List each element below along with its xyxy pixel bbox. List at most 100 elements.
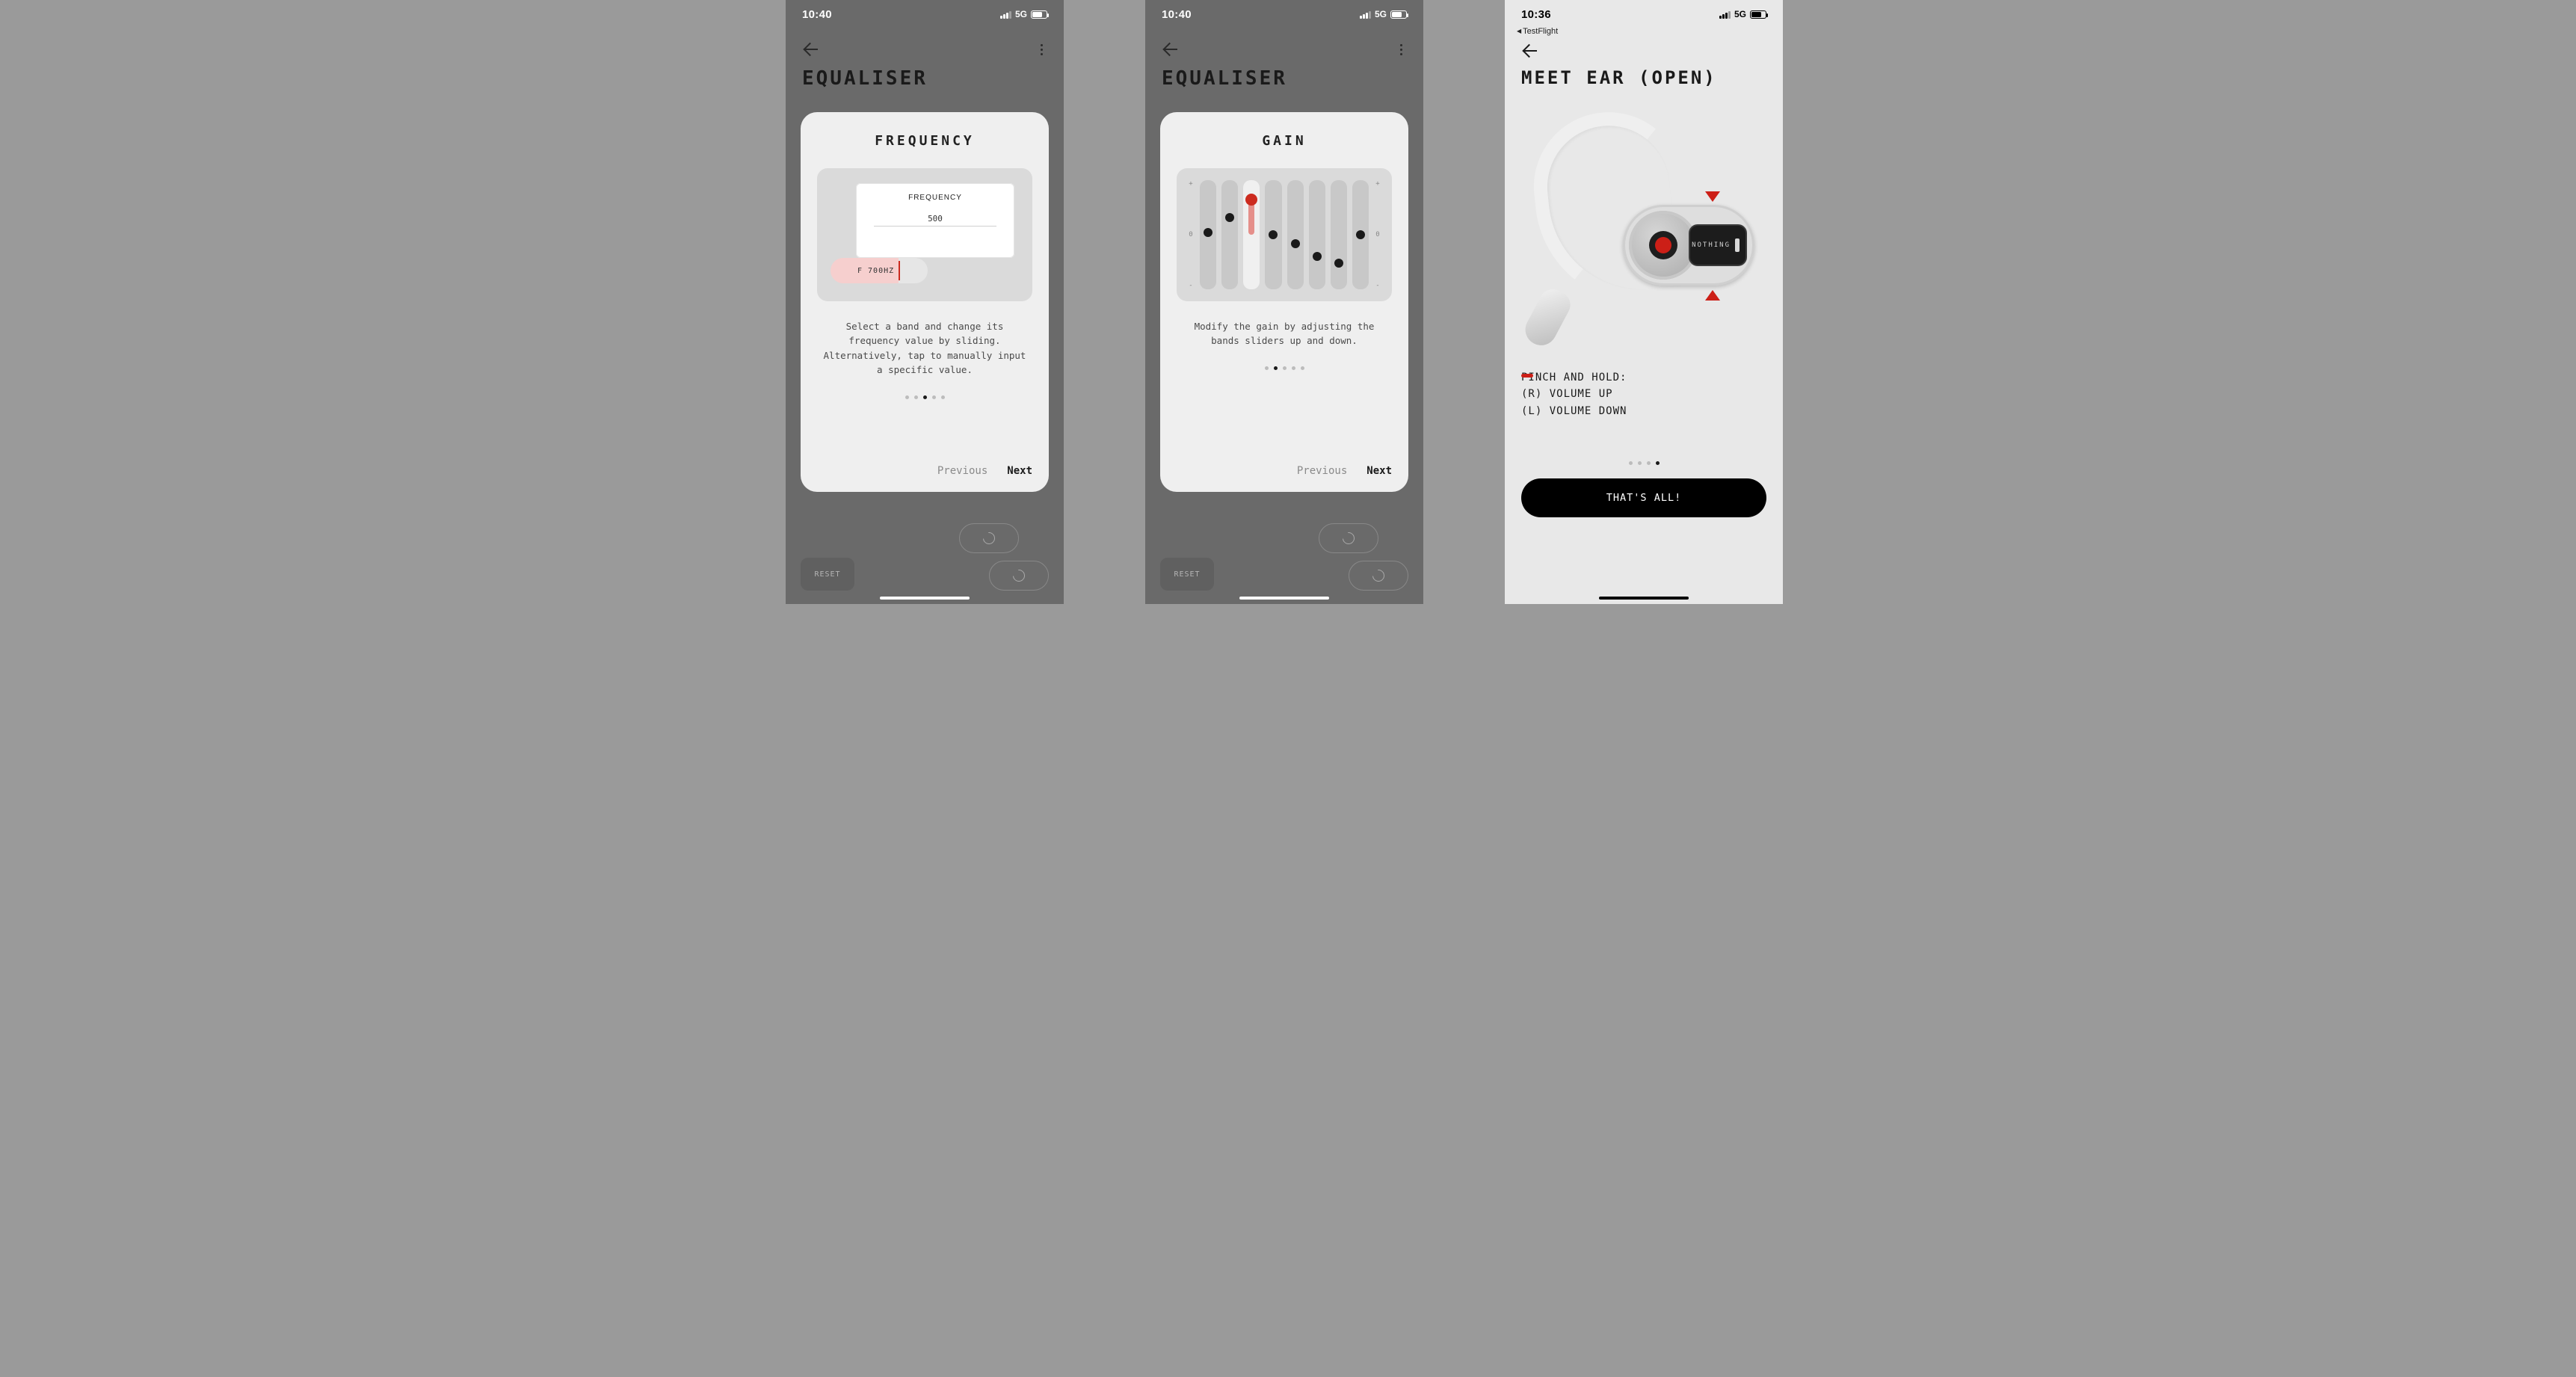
- breadcrumb-back[interactable]: TestFlight: [1505, 27, 1783, 36]
- gain-axis-right: + 0 -: [1374, 180, 1381, 289]
- page-dot[interactable]: [1265, 366, 1269, 370]
- thats-all-button[interactable]: THAT'S ALL!: [1521, 478, 1766, 517]
- reset-button[interactable]: RESET: [1160, 558, 1214, 591]
- screen-meet-ear-open: 10:36 5G TestFlight MEET EAR (OPEN) NOTH…: [1505, 0, 1783, 604]
- status-bar: 10:40 5G: [786, 0, 1064, 28]
- page-dot[interactable]: [1283, 366, 1287, 370]
- page-dot[interactable]: [905, 395, 909, 399]
- page-dot[interactable]: [1629, 461, 1633, 465]
- header-bar: [1505, 37, 1783, 64]
- status-bar: 10:40 5G: [1145, 0, 1423, 28]
- onboarding-card-gain: GAIN + 0 - + 0 - Modify the gain by: [1160, 112, 1408, 492]
- network-label: 5G: [1734, 9, 1746, 19]
- previous-button[interactable]: Previous: [937, 465, 987, 477]
- page-dot[interactable]: [914, 395, 918, 399]
- header-bar: [1145, 36, 1423, 63]
- redo-button[interactable]: [989, 561, 1049, 591]
- battery-icon: [1750, 10, 1766, 19]
- reset-button[interactable]: RESET: [801, 558, 854, 591]
- status-time: 10:36: [1521, 8, 1551, 21]
- status-indicators: 5G: [1360, 9, 1407, 19]
- signal-icon: [1360, 10, 1371, 19]
- gain-band-thumb[interactable]: [1356, 230, 1365, 239]
- gain-band-slider[interactable]: [1265, 180, 1281, 289]
- gain-band-thumb[interactable]: [1313, 252, 1322, 261]
- gain-band-thumb[interactable]: [1225, 213, 1234, 222]
- signal-icon: [1719, 10, 1731, 19]
- network-label: 5G: [1375, 9, 1387, 19]
- frequency-input-label: FREQUENCY: [868, 194, 1002, 202]
- earbud-slot: [1735, 238, 1740, 252]
- page-dot[interactable]: [1647, 461, 1651, 465]
- frequency-band-pill[interactable]: F 700HZ: [831, 258, 928, 283]
- gain-illustration: + 0 - + 0 -: [1177, 168, 1392, 301]
- page-dot[interactable]: [1292, 366, 1295, 370]
- network-label: 5G: [1015, 9, 1027, 19]
- frequency-pill-label: F 700HZ: [857, 267, 894, 275]
- status-time: 10:40: [802, 8, 832, 21]
- undo-button[interactable]: [1319, 523, 1378, 553]
- next-button[interactable]: Next: [1007, 465, 1032, 477]
- card-title: GAIN: [1177, 133, 1392, 149]
- page-title: EQUALISER: [1145, 63, 1423, 90]
- card-description: Select a band and change its frequency v…: [817, 319, 1032, 378]
- gain-band-slider[interactable]: [1243, 180, 1260, 289]
- overflow-menu-icon[interactable]: [1035, 44, 1047, 55]
- home-indicator[interactable]: [1239, 597, 1329, 600]
- page-dot[interactable]: [1301, 366, 1304, 370]
- gesture-heading: PINCH AND HOLD:: [1521, 369, 1766, 386]
- screen-equaliser-gain: 10:40 5G EQUALISER RESET GAIN: [1145, 0, 1423, 604]
- gain-band-thumb[interactable]: [1245, 194, 1257, 206]
- back-icon[interactable]: [1521, 43, 1538, 59]
- back-icon[interactable]: [1162, 41, 1178, 58]
- page-dot[interactable]: [1638, 461, 1642, 465]
- page-dot[interactable]: [941, 395, 945, 399]
- battery-icon: [1031, 10, 1047, 19]
- page-dot[interactable]: [1274, 366, 1278, 370]
- gain-band-slider[interactable]: [1221, 180, 1238, 289]
- earbud-brand-label: NOTHING: [1692, 241, 1731, 249]
- background-controls: RESET: [801, 523, 1049, 591]
- card-title: FREQUENCY: [817, 133, 1032, 149]
- back-icon[interactable]: [802, 41, 819, 58]
- status-indicators: 5G: [1719, 9, 1766, 19]
- gain-band-slider[interactable]: [1287, 180, 1304, 289]
- earbud-tip: [1520, 285, 1575, 351]
- gain-band-slider[interactable]: [1200, 180, 1216, 289]
- earbud-pinch-zone: NOTHING: [1689, 224, 1747, 266]
- gain-axis-left: + 0 -: [1187, 180, 1195, 289]
- page-title: EQUALISER: [786, 63, 1064, 90]
- pinch-arrow-bottom-icon: [1705, 290, 1720, 301]
- gesture-left: (L) VOLUME DOWN: [1521, 403, 1766, 419]
- signal-icon: [1000, 10, 1011, 19]
- frequency-illustration: FREQUENCY 500 F 700HZ: [817, 168, 1032, 301]
- status-time: 10:40: [1162, 8, 1192, 21]
- gain-band-thumb[interactable]: [1334, 259, 1343, 268]
- page-dot[interactable]: [932, 395, 936, 399]
- home-indicator[interactable]: [1599, 597, 1689, 600]
- overflow-menu-icon[interactable]: [1395, 44, 1407, 55]
- gain-band-slider[interactable]: [1352, 180, 1369, 289]
- page-dot[interactable]: [923, 395, 927, 399]
- gain-band-thumb[interactable]: [1291, 239, 1300, 248]
- gain-band-thumb[interactable]: [1269, 230, 1278, 239]
- onboarding-card-frequency: FREQUENCY FREQUENCY 500 F 700HZ Select a…: [801, 112, 1049, 492]
- home-indicator[interactable]: [880, 597, 970, 600]
- battery-icon: [1390, 10, 1407, 19]
- background-controls: RESET: [1160, 523, 1408, 591]
- frequency-input-panel: FREQUENCY 500: [856, 183, 1014, 258]
- screen-equaliser-frequency: 10:40 5G EQUALISER RESET FREQUENCY FREQU: [786, 0, 1064, 604]
- earbud-body: NOTHING: [1623, 205, 1754, 286]
- redo-button[interactable]: [1349, 561, 1408, 591]
- previous-button[interactable]: Previous: [1297, 465, 1347, 477]
- undo-button[interactable]: [959, 523, 1019, 553]
- gain-band-slider[interactable]: [1309, 180, 1325, 289]
- header-bar: [786, 36, 1064, 63]
- page-dot[interactable]: [1656, 461, 1660, 465]
- next-button[interactable]: Next: [1366, 465, 1392, 477]
- page-indicator: [1505, 461, 1783, 465]
- gesture-right: (R) VOLUME UP: [1521, 386, 1766, 402]
- gain-band-thumb[interactable]: [1204, 228, 1212, 237]
- gain-band-slider[interactable]: [1331, 180, 1347, 289]
- frequency-input-value[interactable]: 500: [874, 214, 996, 227]
